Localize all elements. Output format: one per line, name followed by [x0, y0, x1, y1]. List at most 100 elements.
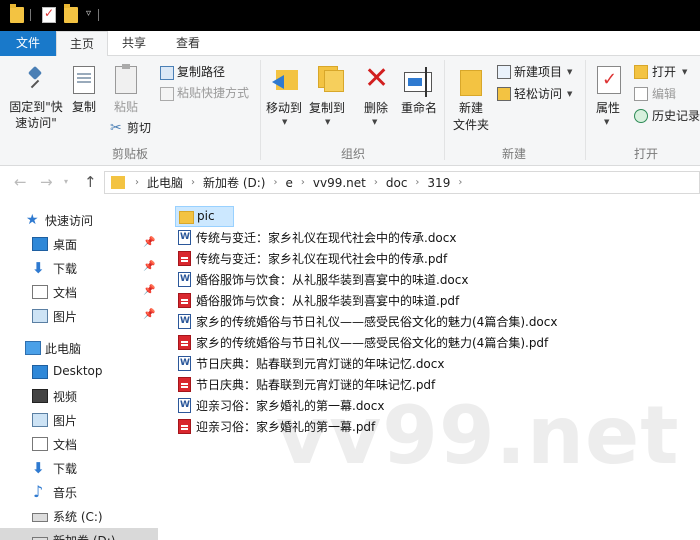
- dropdown-icon: ▼: [682, 68, 688, 76]
- new-item-icon: [497, 65, 511, 79]
- pin-icon[interactable]: 📌: [143, 309, 155, 320]
- file-list: vv99.net pic 传统与变迁：家乡礼仪在现代社会中的传承.docx 传统…: [158, 199, 700, 540]
- nav-item-documents-pc[interactable]: 文档: [0, 432, 158, 456]
- nav-item-documents[interactable]: 文档 📌: [0, 280, 158, 304]
- nav-quick-access[interactable]: ★ 快速访问: [0, 208, 158, 232]
- move-to-label: 移动到: [266, 101, 303, 115]
- pdf-icon: [178, 377, 191, 392]
- copy-to-icon: [316, 64, 344, 92]
- file-name: 传统与变迁：家乡礼仪在现代社会中的传承.pdf: [196, 252, 448, 266]
- list-item[interactable]: 家乡的传统婚俗与节日礼仪——感受民俗文化的魅力(4篇合集).docx: [175, 311, 675, 332]
- ribbon: 固定到"快 速访问" 复制 粘贴 复制路径 粘贴快捷方式 ✂ 剪切 剪贴板 移动…: [0, 56, 700, 166]
- tab-view[interactable]: 查看: [162, 31, 214, 56]
- ribbon-tabs: 文件 主页 共享 查看: [0, 31, 700, 57]
- new-folder-label-line1: 新建: [459, 101, 484, 115]
- nav-label: 图片: [53, 414, 78, 428]
- drive-icon: [32, 513, 48, 522]
- delete-icon: ✕: [364, 61, 390, 96]
- easy-access-label: 轻松访问: [514, 87, 563, 101]
- nav-label: 新加卷 (D:): [53, 532, 115, 540]
- group-separator: [444, 60, 445, 160]
- chevron-right-icon[interactable]: ›: [187, 177, 199, 188]
- tab-file[interactable]: 文件: [0, 31, 56, 56]
- open-label: 打开: [652, 65, 677, 79]
- list-item[interactable]: 节日庆典：贴春联到元宵灯谜的年味记忆.pdf: [175, 374, 575, 395]
- file-name: 节日庆典：贴春联到元宵灯谜的年味记忆.docx: [196, 357, 445, 371]
- nav-item-videos[interactable]: 视频: [0, 384, 158, 408]
- address-bar[interactable]: › 此电脑 › 新加卷 (D:) › e › vv99.net › doc › …: [104, 171, 700, 194]
- list-item[interactable]: 传统与变迁：家乡礼仪在现代社会中的传承.docx: [175, 227, 575, 248]
- open-icon: [634, 65, 648, 79]
- copy-path-label: 复制路径: [177, 65, 226, 79]
- list-item[interactable]: 婚俗服饰与饮食：从礼服华装到喜宴中的味道.docx: [175, 269, 575, 290]
- new-folder-label-line2: 文件夹: [453, 118, 490, 132]
- breadcrumb-vv99[interactable]: vv99.net: [309, 176, 370, 190]
- chevron-right-icon[interactable]: ›: [297, 177, 309, 188]
- pin-icon[interactable]: 📌: [143, 285, 155, 296]
- chevron-right-icon[interactable]: ›: [269, 177, 281, 188]
- chevron-right-icon[interactable]: ›: [411, 177, 423, 188]
- dropdown-icon: ▼: [567, 90, 573, 98]
- nav-item-desktop-pc[interactable]: Desktop: [0, 360, 158, 384]
- rename-icon: [404, 67, 432, 97]
- paste-icon: [115, 64, 137, 94]
- chevron-right-icon[interactable]: ›: [454, 177, 466, 188]
- nav-item-pictures[interactable]: 图片 📌: [0, 304, 158, 328]
- pin-icon[interactable]: 📌: [143, 237, 155, 248]
- nav-item-drive-d[interactable]: 新加卷 (D:): [0, 528, 158, 540]
- recent-locations-icon[interactable]: ▾: [64, 177, 68, 186]
- nav-item-pictures-pc[interactable]: 图片: [0, 408, 158, 432]
- breadcrumb-319[interactable]: 319: [423, 176, 454, 190]
- paste-shortcut-icon: [160, 87, 174, 101]
- nav-item-music[interactable]: ♪ 音乐: [0, 480, 158, 504]
- list-item[interactable]: 家乡的传统婚俗与节日礼仪——感受民俗文化的魅力(4篇合集).pdf: [175, 332, 675, 353]
- file-name: 婚俗服饰与饮食：从礼服华装到喜宴中的味道.pdf: [196, 294, 460, 308]
- history-label: 历史记录: [652, 109, 700, 123]
- nav-label: 此电脑: [45, 342, 82, 356]
- list-item[interactable]: 传统与变迁：家乡礼仪在现代社会中的传承.pdf: [175, 248, 575, 269]
- word-document-icon: [178, 272, 191, 287]
- folder-icon: [179, 211, 194, 224]
- file-name: 婚俗服饰与饮食：从礼服华装到喜宴中的味道.docx: [196, 273, 469, 287]
- list-item[interactable]: 节日庆典：贴春联到元宵灯谜的年味记忆.docx: [175, 353, 575, 374]
- organize-group-label: 组织: [341, 147, 366, 161]
- pin-label-line2: 速访问": [15, 116, 57, 130]
- nav-item-downloads[interactable]: ⬇ 下载 📌: [0, 256, 158, 280]
- file-name: 家乡的传统婚俗与节日礼仪——感受民俗文化的魅力(4篇合集).pdf: [196, 336, 549, 350]
- separator: [98, 9, 99, 21]
- tab-home[interactable]: 主页: [56, 31, 108, 57]
- forward-arrow-icon[interactable]: →: [40, 173, 53, 191]
- pin-icon[interactable]: 📌: [143, 261, 155, 272]
- list-item[interactable]: pic: [175, 206, 234, 227]
- breadcrumb: › 此电脑 › 新加卷 (D:) › e › vv99.net › doc › …: [131, 172, 466, 193]
- list-item[interactable]: 迎亲习俗：家乡婚礼的第一幕.pdf: [175, 416, 575, 437]
- back-arrow-icon[interactable]: ←: [14, 173, 27, 191]
- folder-icon: [10, 4, 24, 23]
- breadcrumb-drive-d[interactable]: 新加卷 (D:): [199, 174, 269, 191]
- nav-this-pc[interactable]: 此电脑: [0, 336, 158, 360]
- pin-label-line1: 固定到"快: [9, 100, 63, 114]
- breadcrumb-doc[interactable]: doc: [382, 176, 412, 190]
- chevron-right-icon[interactable]: ›: [370, 177, 382, 188]
- breadcrumb-this-pc[interactable]: 此电脑: [143, 174, 187, 191]
- tab-share[interactable]: 共享: [110, 31, 158, 56]
- nav-item-downloads-pc[interactable]: ⬇ 下载: [0, 456, 158, 480]
- file-name: 迎亲习俗：家乡婚礼的第一幕.pdf: [196, 420, 376, 434]
- customize-toolbar-icon[interactable]: ▿: [86, 8, 91, 19]
- breadcrumb-e[interactable]: e: [281, 176, 296, 190]
- list-item[interactable]: 迎亲习俗：家乡婚礼的第一幕.docx: [175, 395, 575, 416]
- properties-icon[interactable]: [42, 6, 56, 23]
- pdf-icon: [178, 335, 191, 350]
- copy-label: 复制: [72, 100, 97, 114]
- chevron-right-icon[interactable]: ›: [131, 177, 143, 188]
- new-folder-icon[interactable]: [64, 4, 78, 23]
- up-arrow-icon[interactable]: ↑: [84, 173, 97, 191]
- download-icon: ⬇: [32, 459, 45, 477]
- list-item[interactable]: 婚俗服饰与饮食：从礼服华装到喜宴中的味道.pdf: [175, 290, 575, 311]
- nav-label: 桌面: [53, 238, 78, 252]
- nav-item-desktop[interactable]: 桌面 📌: [0, 232, 158, 256]
- nav-item-drive-c[interactable]: 系统 (C:): [0, 504, 158, 528]
- nav-label: Desktop: [53, 364, 103, 378]
- picture-icon: [32, 413, 48, 427]
- copy-path-icon: [160, 66, 174, 80]
